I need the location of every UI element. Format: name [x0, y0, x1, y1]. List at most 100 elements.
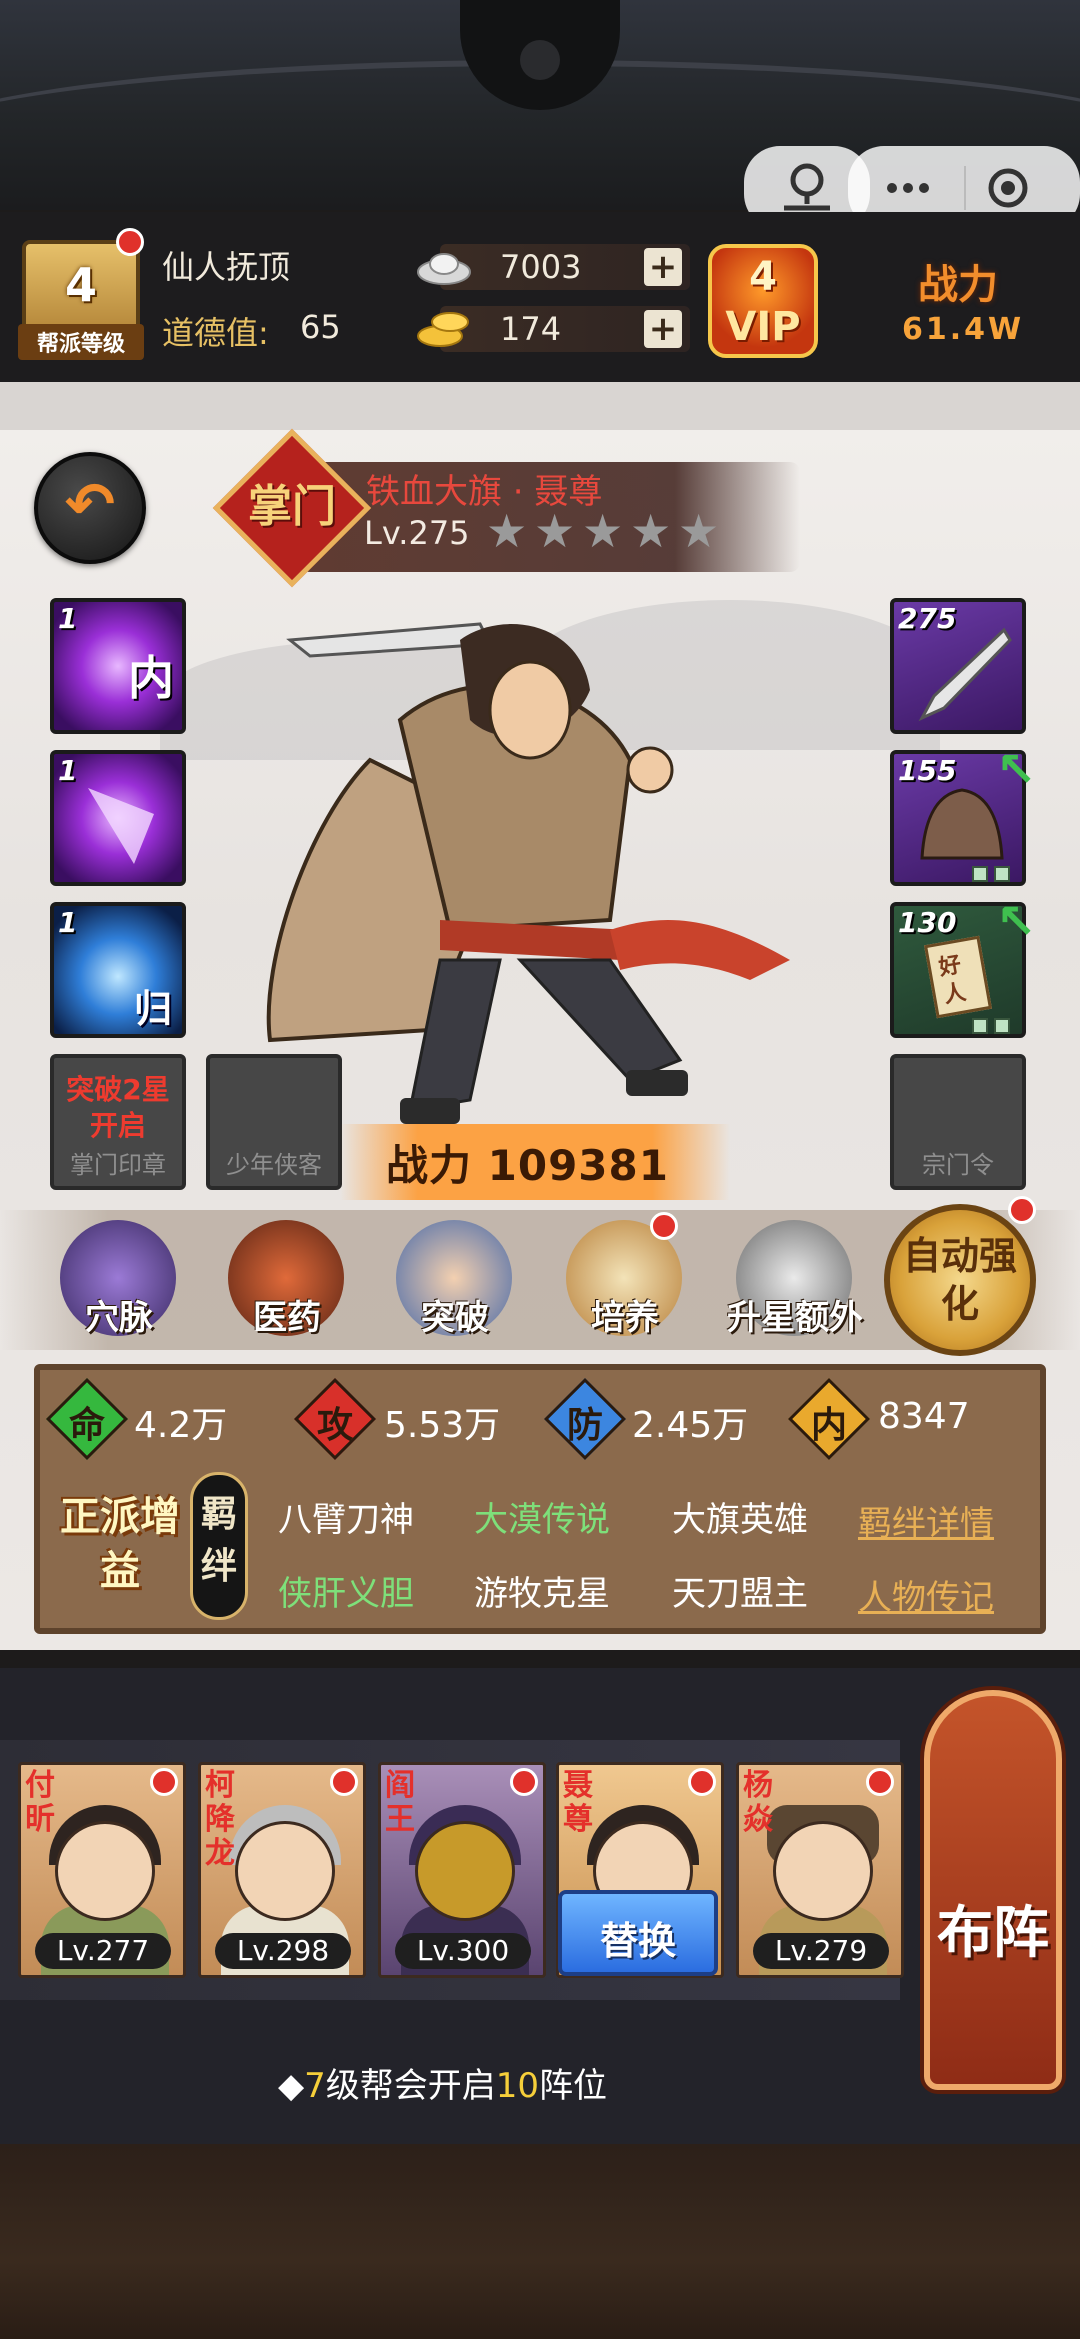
player-name: 仙人抚顶 [162, 248, 291, 286]
gem-icon [994, 1018, 1010, 1034]
hint-middle-text: 级帮会开启 [325, 2066, 496, 2106]
meridian-label: 穴脉 [85, 1298, 153, 1338]
skill-slot-inner[interactable]: 1 内 [50, 598, 186, 734]
gem-icon [972, 1018, 988, 1034]
inner-stat-char: 内 [810, 1405, 847, 1446]
seal-label: 掌门印章 [70, 1151, 166, 1179]
hero-face [235, 1821, 335, 1921]
inner-stat-value: 8347 [878, 1396, 970, 1437]
rank-badge-text: 掌门 [248, 481, 336, 532]
gang-level-label: 帮派等级 [18, 324, 144, 360]
token-icon: 好人 [924, 935, 992, 1019]
vip-level: 4 [749, 254, 777, 300]
defense-stat-char: 防 [566, 1405, 603, 1446]
add-gold-button[interactable]: + [644, 310, 682, 348]
upgrade-arrow-icon: ↖ [996, 894, 1037, 950]
notification-dot [650, 1212, 678, 1240]
bond-item: 大旗英雄 [672, 1500, 808, 1540]
blade-icon [88, 788, 154, 864]
equip-slot-weapon[interactable]: 275 [890, 598, 1026, 734]
add-silver-button[interactable]: + [644, 248, 682, 286]
gold-ingot-icon [416, 302, 472, 352]
hero-power-display: 战力 109381 [386, 1132, 669, 1193]
notification-dot [866, 1768, 894, 1796]
hero-card-name: 阎王 [385, 1768, 415, 1837]
gang-level-badge[interactable]: 4 帮派等级 [18, 240, 144, 360]
hero-portrait [266, 622, 790, 1124]
hero-card-level: Lv.300 [395, 1933, 531, 1969]
morality-label: 道德值: [162, 314, 269, 352]
hero-level: Lv.275 [364, 514, 470, 552]
hp-stat-char: 命 [68, 1405, 105, 1446]
skill-slot-blade[interactable]: 1 [50, 750, 186, 886]
vip-badge[interactable]: 4 VIP [708, 244, 818, 358]
seal-slot[interactable]: 突破2星开启 掌门印章 [50, 1054, 186, 1190]
skill-level: 1 [58, 906, 78, 939]
hero-face [55, 1821, 155, 1921]
righteous-bonus-label: 正派增益 [60, 1494, 180, 1594]
bond-item: 大漠传说 [474, 1500, 610, 1540]
star-icon: ★ [678, 504, 720, 558]
defense-stat-value: 2.45万 [632, 1405, 749, 1446]
upgrade-arrow-icon: ↖ [996, 742, 1037, 798]
notification-dot [688, 1768, 716, 1796]
equip-level: 155 [898, 754, 957, 787]
silver-amount: 7003 [500, 248, 582, 286]
hero-card-level: Lv.279 [753, 1933, 889, 1969]
sect-token-slot[interactable]: 宗门令 [890, 1054, 1026, 1190]
vip-label: VIP [725, 304, 801, 350]
auto-enhance-button[interactable]: 自动强化 [884, 1204, 1036, 1356]
hero-face [773, 1821, 873, 1921]
skill-char: 归 [134, 986, 173, 1031]
righteous-bonus-button[interactable]: 正派增益 [58, 1482, 182, 1616]
bond-details-link[interactable]: 羁绊详情 [858, 1496, 994, 1545]
footer-background [0, 2144, 1080, 2339]
notification-dot [116, 228, 144, 256]
lineup-unlock-hint: ◆7级帮会开启10阵位 [278, 2058, 607, 2107]
hp-stat-value: 4.2万 [134, 1405, 228, 1446]
bond-item: 游牧克星 [474, 1574, 610, 1614]
biography-link[interactable]: 人物传记 [858, 1570, 994, 1619]
hero-power-value: 109381 [487, 1141, 669, 1190]
attack-stat-char: 攻 [316, 1405, 353, 1446]
total-power-value: 61.4W [902, 312, 1025, 347]
star-up-extra-label: 升星额外 [727, 1298, 863, 1338]
attack-stat-value: 5.53万 [384, 1405, 501, 1446]
back-arrow-icon: ↶ [64, 470, 116, 540]
hint-slot-count: 10 [495, 2066, 540, 2106]
hint-gang-level: 7 [304, 2066, 326, 2106]
seal-locked-text: 突破2星开启 [66, 1073, 170, 1142]
morality-value: 65 [300, 308, 341, 346]
star-icon: ★ [582, 504, 624, 558]
token-char: 好人 [936, 951, 968, 1009]
back-button[interactable]: ↶ [34, 452, 146, 564]
swap-button[interactable]: 替换 [558, 1890, 718, 1976]
gem-icon [994, 866, 1010, 882]
skill-char: 内 [128, 651, 174, 705]
hero-card-name: 聂尊 [563, 1768, 593, 1837]
notification-dot [1008, 1196, 1036, 1224]
bond-item: 天刀盟主 [672, 1574, 808, 1614]
total-power-label: 战力 [918, 262, 998, 308]
gang-level-number: 4 [64, 258, 97, 312]
notification-dot [510, 1768, 538, 1796]
notification-dot [150, 1768, 178, 1796]
divider-band [0, 382, 1080, 430]
sect-token-label: 宗门令 [922, 1151, 994, 1179]
formation-button[interactable]: 布阵 [924, 1690, 1062, 2090]
hero-card-level: Lv.298 [215, 1933, 351, 1969]
diamond-icon: ◆ [278, 2066, 305, 2106]
gold-amount: 174 [500, 310, 562, 348]
hero-card-name: 杨焱 [743, 1768, 773, 1837]
medicine-label: 医药 [253, 1298, 321, 1338]
cultivate-label: 培养 [591, 1298, 659, 1338]
bond-tag: 羁绊 [190, 1472, 248, 1620]
hero-mask [415, 1821, 515, 1921]
auto-enhance-label: 自动强化 [902, 1234, 1017, 1326]
hint-suffix-text: 阵位 [539, 2066, 608, 2106]
star-icon: ★ [486, 504, 528, 558]
skill-slot-return[interactable]: 1 归 [50, 902, 186, 1038]
hero-card-name: 柯降龙 [205, 1768, 235, 1871]
skill-level: 1 [58, 602, 78, 635]
breakthrough-label: 突破 [421, 1298, 489, 1338]
